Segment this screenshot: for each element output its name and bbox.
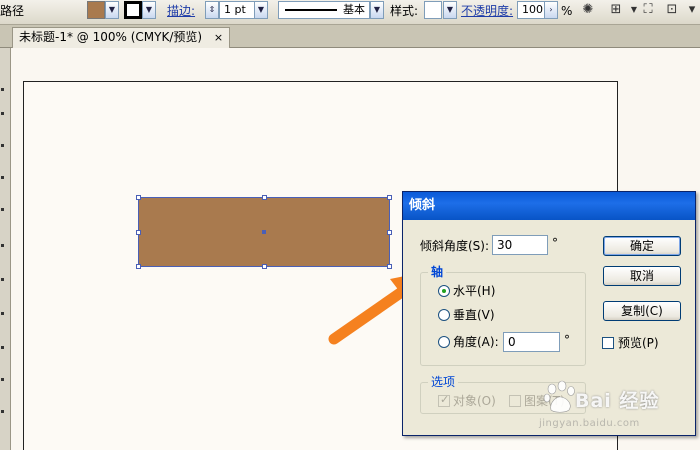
- stroke-weight-dropdown-icon[interactable]: ▼: [254, 1, 268, 19]
- handle-middle-left[interactable]: [136, 230, 141, 235]
- watermark-brand: Bai 经验: [575, 390, 660, 412]
- shear-angle-input[interactable]: 30: [492, 235, 548, 255]
- copy-button[interactable]: 复制(C): [603, 301, 681, 321]
- watermark-url: jingyan.baidu.com: [539, 418, 640, 429]
- tools-panel-edge: [0, 48, 11, 450]
- tool-dot: [1, 278, 4, 281]
- document-tab[interactable]: 未标题-1* @ 100% (CMYK/预览) ×: [12, 27, 231, 48]
- stroke-link[interactable]: 描边:: [167, 0, 195, 22]
- vertical-label[interactable]: 垂直(V): [453, 307, 495, 323]
- align-icon[interactable]: ⊞: [608, 2, 624, 18]
- angle-input[interactable]: 0: [503, 332, 560, 352]
- tool-dot: [1, 410, 4, 413]
- opacity-arrow-icon[interactable]: ›: [544, 1, 558, 19]
- horizontal-radio[interactable]: [438, 285, 450, 297]
- handle-bottom-left[interactable]: [136, 264, 141, 269]
- tool-dot: [1, 88, 4, 91]
- document-tab-title: 未标题-1* @ 100% (CMYK/预览): [19, 30, 203, 44]
- stroke-color-swatch[interactable]: [124, 1, 142, 19]
- axis-group-title: 轴: [428, 265, 447, 279]
- preview-checkbox[interactable]: [602, 337, 614, 349]
- patterns-checkbox[interactable]: [509, 395, 521, 407]
- degree-symbol: °: [552, 236, 558, 250]
- tool-dot: [1, 346, 4, 349]
- shear-angle-label: 倾斜角度(S):: [420, 239, 490, 253]
- tool-dot: [1, 112, 4, 115]
- handle-middle-right[interactable]: [387, 230, 392, 235]
- brush-label: 基本: [343, 3, 365, 16]
- tool-dot: [1, 244, 4, 247]
- handle-top-left[interactable]: [136, 195, 141, 200]
- tool-dot: [1, 176, 4, 179]
- percent-label: %: [561, 4, 573, 18]
- transform-icon[interactable]: ⛶: [640, 2, 656, 18]
- angle-degree-symbol: °: [564, 333, 570, 347]
- cancel-button[interactable]: 取消: [603, 266, 681, 286]
- vertical-radio[interactable]: [438, 309, 450, 321]
- ok-button[interactable]: 确定: [603, 236, 681, 256]
- control-bar: 路径 ▼ ▼ 描边: ⇕ 1 pt ▼ 基本 ▼ 样式: ▼ 不透明度: 100…: [0, 0, 700, 25]
- opacity-link[interactable]: 不透明度:: [461, 0, 513, 22]
- opacity-field[interactable]: 100: [517, 1, 545, 19]
- isolate-icon[interactable]: ⊡: [664, 2, 680, 18]
- fill-color-swatch[interactable]: [87, 1, 105, 19]
- handle-top-middle[interactable]: [262, 195, 267, 200]
- objects-checkbox[interactable]: [438, 393, 450, 407]
- preview-label[interactable]: 预览(P): [618, 335, 659, 351]
- handle-top-right[interactable]: [387, 195, 392, 200]
- style-dropdown-icon[interactable]: ▼: [443, 1, 457, 19]
- tool-dot: [1, 144, 4, 147]
- stroke-weight-field[interactable]: 1 pt: [219, 1, 255, 19]
- center-point: [262, 230, 266, 234]
- document-tab-bar: 未标题-1* @ 100% (CMYK/预览) ×: [0, 25, 700, 48]
- tool-dot: [1, 208, 4, 211]
- tool-dot: [1, 312, 4, 315]
- horizontal-label[interactable]: 水平(H): [453, 283, 495, 299]
- handle-bottom-middle[interactable]: [262, 264, 267, 269]
- tool-dot: [1, 378, 4, 381]
- style-label: 样式:: [390, 4, 419, 18]
- objects-label[interactable]: 对象(O): [453, 393, 496, 409]
- close-tab-icon[interactable]: ×: [214, 31, 223, 44]
- watermark: Bai 经验 jingyan.baidu.com: [535, 380, 675, 440]
- path-label: 路径: [0, 4, 25, 18]
- angle-radio[interactable]: [438, 336, 450, 348]
- options-group-title: 选项: [428, 375, 459, 389]
- fill-dropdown-arrow-icon[interactable]: ▼: [105, 1, 119, 19]
- recolor-artwork-icon[interactable]: ✺: [580, 2, 596, 18]
- brush-definition-field[interactable]: 基本: [278, 1, 370, 19]
- stroke-dropdown-arrow-icon[interactable]: ▼: [142, 1, 156, 19]
- panel-menu-icon[interactable]: ▾: [684, 2, 700, 18]
- angle-label[interactable]: 角度(A):: [453, 334, 499, 350]
- brush-dropdown-icon[interactable]: ▼: [370, 1, 384, 19]
- stroke-weight-spinner-icon[interactable]: ⇕: [205, 1, 219, 19]
- brush-line: [285, 9, 337, 11]
- dialog-title: 倾斜: [403, 192, 695, 220]
- paw-logo-icon: [543, 380, 575, 413]
- graphic-style-swatch[interactable]: [424, 1, 442, 19]
